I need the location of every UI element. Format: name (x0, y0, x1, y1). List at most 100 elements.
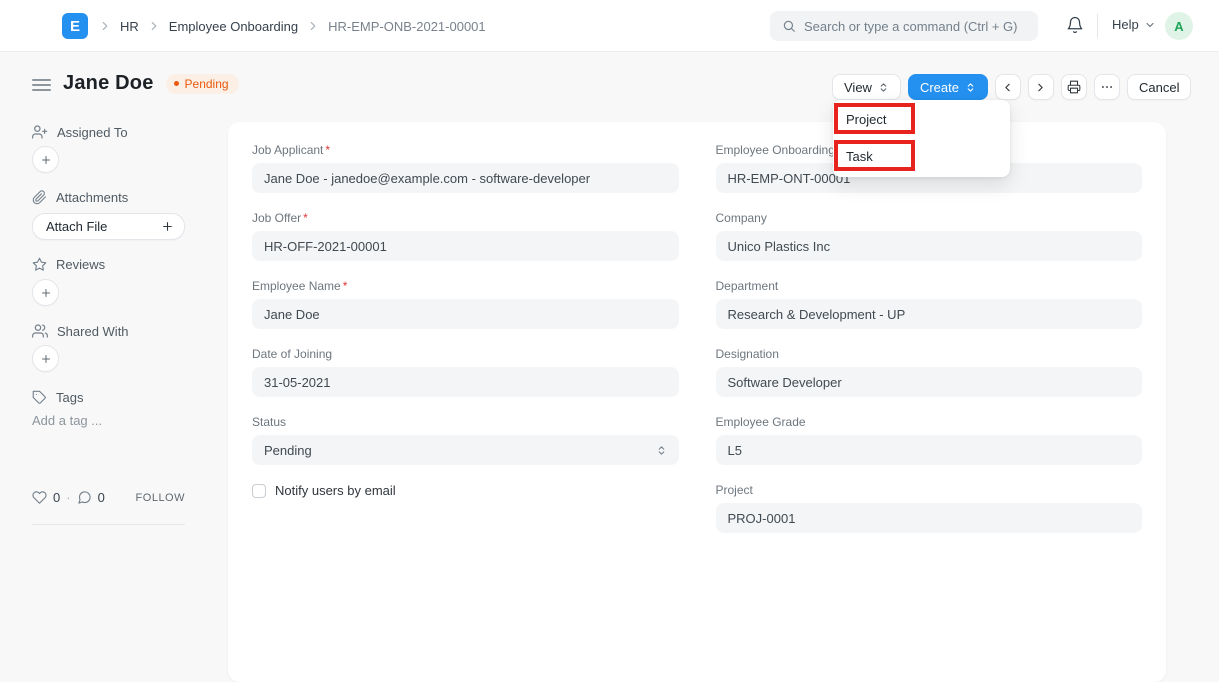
page-header-left: Jane Doe Pending (32, 72, 239, 95)
follow-button[interactable]: FOLLOW (136, 492, 185, 504)
select-chevrons-icon (878, 82, 889, 93)
department-label: Department (716, 279, 779, 293)
status-badge-label: Pending (185, 77, 229, 91)
field-job-applicant: Job Applicant* Jane Doe - janedoe@exampl… (252, 143, 679, 193)
field-project: Project PROJ-0001 (716, 483, 1143, 533)
designation-label: Designation (716, 347, 779, 361)
separator: · (66, 490, 70, 505)
select-chevrons-icon (656, 445, 667, 456)
field-employee-grade: Employee Grade L5 (716, 415, 1143, 465)
field-status: Status Pending (252, 415, 679, 465)
chevron-down-icon (1144, 19, 1156, 31)
breadcrumb-item-current: HR-EMP-ONB-2021-00001 (328, 19, 486, 34)
field-job-offer: Job Offer* HR-OFF-2021-00001 (252, 211, 679, 261)
company-label: Company (716, 211, 767, 225)
field-company: Company Unico Plastics Inc (716, 211, 1143, 261)
create-dropdown-menu: Project Task (833, 100, 1010, 177)
cancel-button[interactable]: Cancel (1127, 74, 1191, 100)
employee-name-input[interactable]: Jane Doe (252, 299, 679, 329)
job-applicant-input[interactable]: Jane Doe - janedoe@example.com - softwar… (252, 163, 679, 193)
reviews-label: Reviews (56, 257, 105, 272)
job-offer-input[interactable]: HR-OFF-2021-00001 (252, 231, 679, 261)
status-select[interactable]: Pending (252, 435, 679, 465)
required-mark: * (343, 279, 348, 293)
printer-icon (1067, 80, 1081, 94)
job-applicant-label: Job Applicant (252, 143, 323, 157)
engagement-row: 0 · 0 FOLLOW (32, 490, 185, 505)
attach-file-label: Attach File (46, 219, 107, 234)
user-plus-icon (32, 124, 48, 140)
assigned-to-section: Assigned To (32, 124, 128, 140)
notify-users-checkbox[interactable] (252, 484, 266, 498)
search-icon (782, 19, 796, 33)
comment-icon[interactable] (77, 490, 92, 505)
bell-icon[interactable] (1066, 16, 1084, 34)
date-of-joining-label: Date of Joining (252, 347, 332, 361)
required-mark: * (303, 211, 308, 225)
add-assignment-button[interactable] (32, 146, 59, 173)
logo-letter: E (70, 18, 80, 35)
heart-icon[interactable] (32, 490, 47, 505)
view-button-label: View (844, 80, 872, 95)
department-input[interactable]: Research & Development - UP (716, 299, 1143, 329)
page-header-actions: View Create Cancel (832, 74, 1191, 100)
add-tag-input[interactable]: Add a tag ... (32, 413, 102, 428)
attach-file-button[interactable]: Attach File (32, 213, 185, 240)
job-offer-label: Job Offer (252, 211, 301, 225)
date-of-joining-input[interactable]: 31-05-2021 (252, 367, 679, 397)
employee-name-label: Employee Name (252, 279, 341, 293)
page-title: Jane Doe (63, 72, 154, 95)
avatar[interactable]: A (1165, 12, 1193, 40)
users-icon (32, 323, 48, 339)
attachments-label: Attachments (56, 190, 128, 205)
create-button-label: Create (920, 80, 959, 95)
next-document-button[interactable] (1028, 74, 1054, 100)
create-button[interactable]: Create (908, 74, 988, 100)
designation-input[interactable]: Software Developer (716, 367, 1143, 397)
breadcrumb-item-hr[interactable]: HR (120, 19, 139, 34)
shared-with-section: Shared With (32, 323, 129, 339)
employee-grade-label: Employee Grade (716, 415, 806, 429)
create-menu-item-project[interactable]: Project (840, 105, 1003, 133)
breadcrumb-item-doctype[interactable]: Employee Onboarding (169, 19, 298, 34)
avatar-letter: A (1174, 19, 1183, 34)
navbar-divider (1097, 14, 1098, 38)
form-column-right: Employee Onboarding Template HR-EMP-ONT-… (716, 143, 1143, 551)
add-review-button[interactable] (32, 279, 59, 306)
plus-icon (40, 287, 52, 299)
employee-grade-input[interactable]: L5 (716, 435, 1143, 465)
shared-with-label: Shared With (57, 324, 129, 339)
sidebar-toggle-icon[interactable] (32, 77, 51, 91)
company-input[interactable]: Unico Plastics Inc (716, 231, 1143, 261)
status-badge: Pending (166, 74, 239, 94)
chevron-right-icon (1034, 81, 1047, 94)
tags-label: Tags (56, 390, 83, 405)
comments-count: 0 (98, 490, 105, 505)
notify-users-label: Notify users by email (275, 483, 396, 498)
plus-icon (40, 154, 52, 166)
field-date-of-joining: Date of Joining 31-05-2021 (252, 347, 679, 397)
previous-document-button[interactable] (995, 74, 1021, 100)
form-column-left: Job Applicant* Jane Doe - janedoe@exampl… (252, 143, 679, 551)
status-dot-icon (174, 81, 179, 86)
top-navbar: E HR Employee Onboarding HR-EMP-ONB-2021… (0, 0, 1219, 52)
field-employee-name: Employee Name* Jane Doe (252, 279, 679, 329)
add-share-button[interactable] (32, 345, 59, 372)
cancel-button-label: Cancel (1139, 80, 1179, 95)
global-search[interactable] (770, 11, 1038, 41)
field-designation: Designation Software Developer (716, 347, 1143, 397)
search-input[interactable] (804, 19, 1026, 34)
app-logo[interactable]: E (62, 13, 88, 39)
create-menu-item-task[interactable]: Task (840, 142, 1003, 170)
ellipsis-icon (1100, 80, 1114, 94)
help-menu[interactable]: Help (1112, 17, 1156, 32)
sidebar-divider (32, 524, 185, 525)
star-icon (32, 257, 47, 272)
chevron-right-icon (98, 19, 112, 33)
print-button[interactable] (1061, 74, 1087, 100)
attachments-section: Attachments (32, 190, 128, 205)
required-mark: * (325, 143, 330, 157)
view-button[interactable]: View (832, 74, 901, 100)
chevron-right-icon (147, 19, 161, 33)
menu-button[interactable] (1094, 74, 1120, 100)
